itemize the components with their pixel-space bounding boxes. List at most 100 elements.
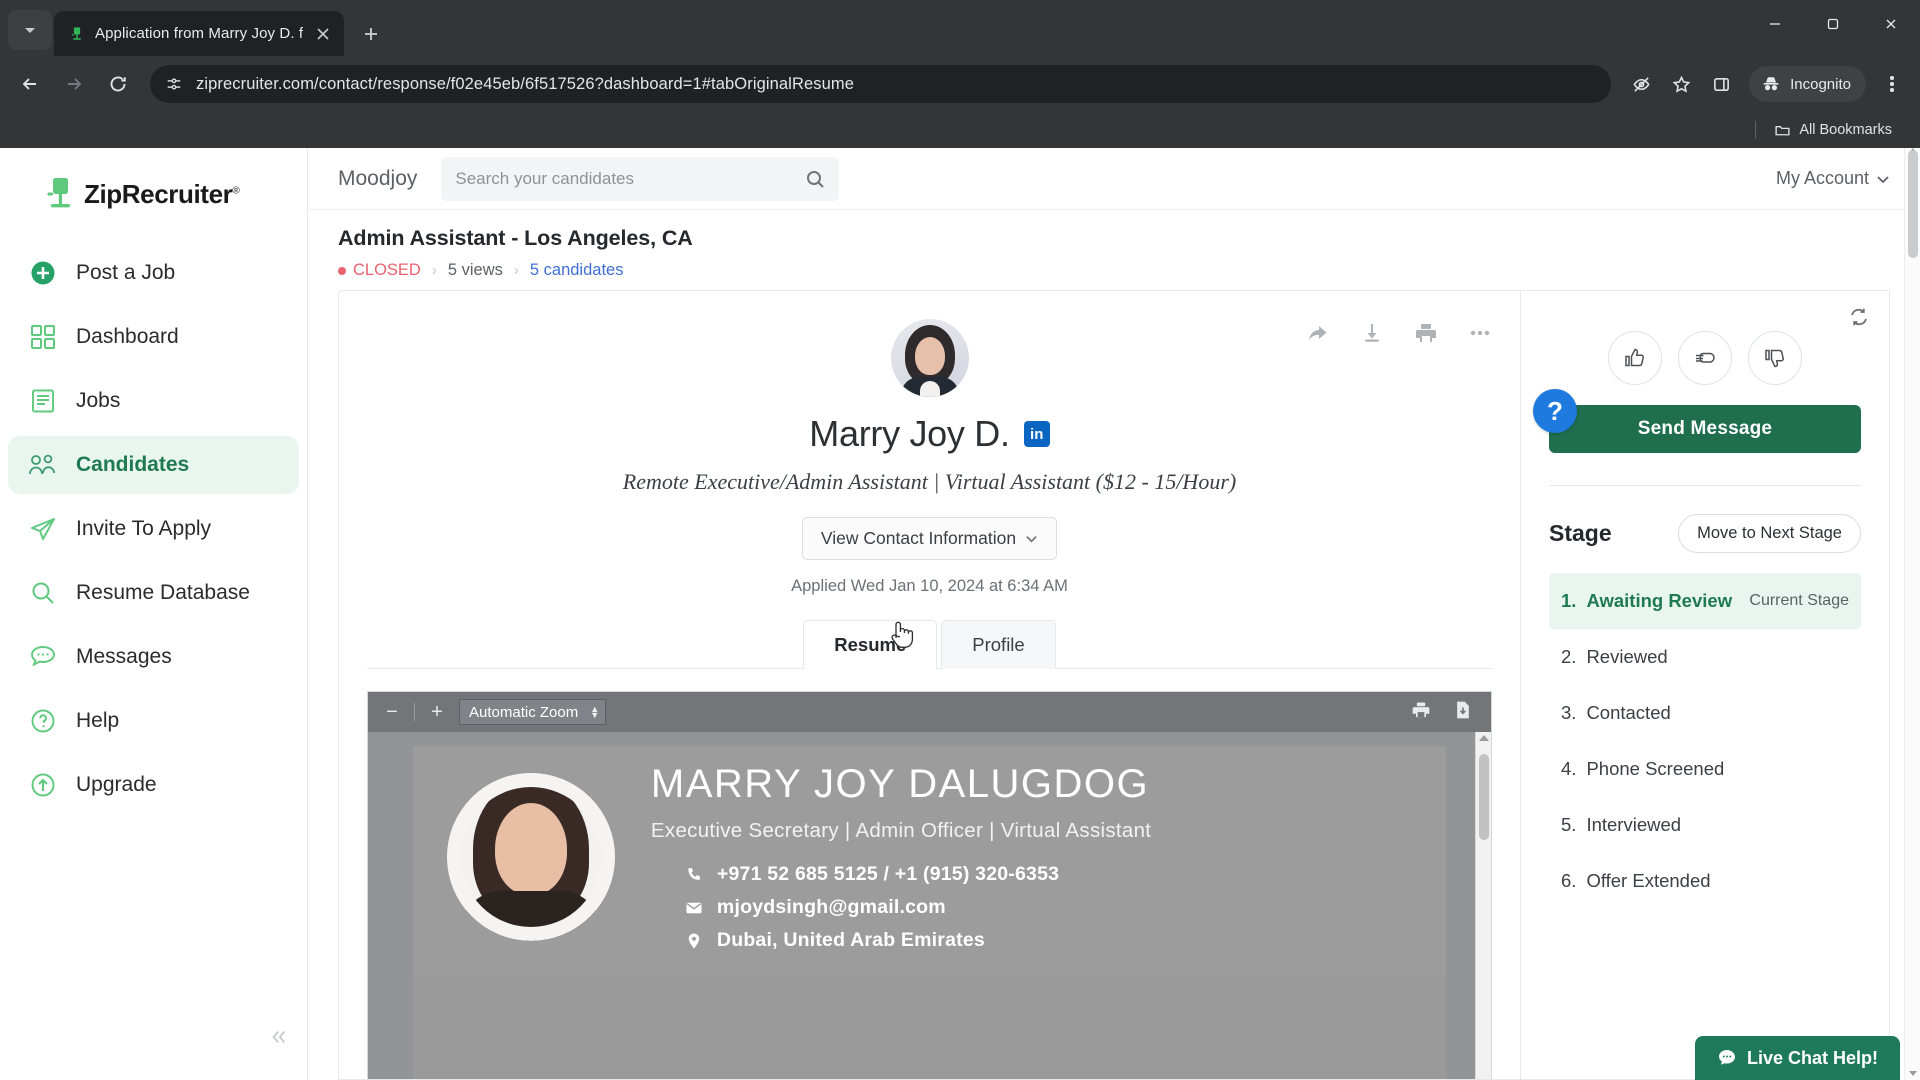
resume-email: mjoydsingh@gmail.com xyxy=(685,896,1151,919)
minimize-button[interactable] xyxy=(1746,0,1804,48)
sidebar-collapse-button[interactable] xyxy=(262,1020,296,1054)
send-message-button[interactable]: Send Message xyxy=(1549,405,1861,453)
chevron-down-icon xyxy=(25,28,35,33)
page-scrollbar-thumb[interactable] xyxy=(1908,150,1918,258)
app-sidebar: ZipRecruiter® Post a Job Dashboard Jobs … xyxy=(0,148,308,1080)
maximize-button[interactable] xyxy=(1804,0,1862,48)
scroll-up-arrow-icon[interactable] xyxy=(1479,735,1489,741)
sidebar-item-dashboard[interactable]: Dashboard xyxy=(8,308,299,366)
close-window-button[interactable] xyxy=(1862,0,1920,48)
tab-profile[interactable]: Profile xyxy=(941,620,1056,669)
tab-close-button[interactable] xyxy=(312,23,334,45)
tab-search-button[interactable] xyxy=(8,10,52,50)
address-bar[interactable]: ziprecruiter.com/contact/response/f02e45… xyxy=(150,65,1612,103)
zoom-out-button[interactable]: − xyxy=(378,699,406,725)
scroll-down-arrow-icon[interactable] xyxy=(1909,1071,1917,1076)
zoom-in-button[interactable]: + xyxy=(423,699,451,725)
breadcrumb-candidates-link[interactable]: 5 candidates xyxy=(530,261,624,280)
reload-button[interactable] xyxy=(98,64,138,104)
search-input[interactable]: Search your candidates xyxy=(441,156,840,201)
stage-label: Phone Screened xyxy=(1586,758,1725,779)
new-tab-button[interactable] xyxy=(354,17,388,51)
live-chat-button[interactable]: Live Chat Help! xyxy=(1694,1036,1900,1080)
avatar xyxy=(890,319,969,397)
stage-number: 6. xyxy=(1561,870,1577,891)
stage-number: 3. xyxy=(1561,702,1577,723)
sidebar-item-jobs[interactable]: Jobs xyxy=(8,372,299,430)
stage-item-interviewed[interactable]: 5. Interviewed xyxy=(1549,797,1861,853)
chrome-menu-button[interactable] xyxy=(1874,64,1910,104)
refresh-icon[interactable] xyxy=(1849,307,1869,332)
linkedin-icon[interactable]: in xyxy=(1023,421,1050,447)
bookmarks-separator xyxy=(1755,121,1757,139)
envelope-icon xyxy=(686,902,702,913)
sidebar-item-label: Candidates xyxy=(76,453,190,476)
resume-banner: MARRY JOY DALUGDOG Executive Secretary |… xyxy=(412,746,1447,976)
back-button[interactable] xyxy=(10,64,50,104)
sidebar-item-post-a-job[interactable]: Post a Job xyxy=(8,244,299,302)
green-chair-logo xyxy=(47,178,70,208)
print-icon[interactable] xyxy=(1414,321,1438,345)
thumbs-up-icon[interactable] xyxy=(1608,331,1662,385)
bookmark-button[interactable] xyxy=(1663,66,1699,102)
sidebar-item-invite-to-apply[interactable]: Invite To Apply xyxy=(8,500,299,558)
stage-list: 1. Awaiting Review Current Stage 2. Revi… xyxy=(1549,573,1861,909)
sidebar-item-label: Messages xyxy=(76,645,172,668)
candidate-card: Marry Joy D. in Remote Executive/Admin A… xyxy=(338,290,1520,1080)
page-title: Admin Assistant - Los Angeles, CA xyxy=(338,226,693,250)
more-options-icon[interactable] xyxy=(1468,321,1492,345)
sidebar-item-help[interactable]: Help xyxy=(8,692,299,750)
stage-item-phone-screened[interactable]: 4. Phone Screened xyxy=(1549,741,1861,797)
move-to-next-stage-button[interactable]: Move to Next Stage xyxy=(1678,514,1861,553)
incognito-label: Incognito xyxy=(1790,75,1851,93)
stage-number: 4. xyxy=(1561,758,1577,779)
page-scrollbar[interactable] xyxy=(1904,148,1920,1080)
my-account-label: My Account xyxy=(1775,168,1869,188)
site-settings-icon[interactable] xyxy=(164,74,184,94)
live-chat-label: Live Chat Help! xyxy=(1746,1047,1878,1068)
sidebar-item-label: Resume Database xyxy=(76,581,250,604)
sidebar-item-candidates[interactable]: Candidates xyxy=(8,436,299,494)
share-icon[interactable] xyxy=(1306,321,1330,345)
view-contact-information-button[interactable]: View Contact Information xyxy=(801,517,1058,560)
tab-resume[interactable]: Resume xyxy=(803,620,938,670)
tracking-protection-button[interactable] xyxy=(1623,66,1659,102)
resume-phone: +971 52 685 5125 / +1 (915) 320-6353 xyxy=(685,863,1151,886)
stage-item-contacted[interactable]: 3. Contacted xyxy=(1549,685,1861,741)
thumbs-down-icon[interactable] xyxy=(1748,331,1802,385)
sidebar-item-label: Upgrade xyxy=(76,773,157,796)
all-bookmarks-button[interactable]: All Bookmarks xyxy=(1766,119,1900,142)
stage-item-offer-extended[interactable]: 6. Offer Extended xyxy=(1549,853,1861,909)
sidebar-item-resume-database[interactable]: Resume Database xyxy=(8,564,299,622)
stage-label: Contacted xyxy=(1586,702,1671,723)
sidebar-item-label: Jobs xyxy=(76,389,121,412)
main-area: Moodjoy Search your candidates My Accoun… xyxy=(308,148,1920,1080)
stage-item-awaiting-review[interactable]: 1. Awaiting Review Current Stage xyxy=(1549,573,1861,629)
stage-item-reviewed[interactable]: 2. Reviewed xyxy=(1549,629,1861,685)
sidebar-item-upgrade[interactable]: Upgrade xyxy=(8,756,299,814)
zoom-level-select[interactable]: Automatic Zoom ▲ ▼ xyxy=(459,699,607,725)
save-document-icon[interactable] xyxy=(1453,700,1473,725)
status-badge: CLOSED xyxy=(338,261,421,280)
my-account-menu[interactable]: My Account xyxy=(1776,168,1890,189)
side-panel-button[interactable] xyxy=(1703,66,1739,102)
incognito-indicator[interactable]: Incognito xyxy=(1749,66,1866,102)
divider xyxy=(1549,485,1861,486)
stage-label: Interviewed xyxy=(1586,814,1682,835)
ziprecruiter-logo[interactable]: ZipRecruiter® xyxy=(0,162,307,238)
browser-tab[interactable]: Application from Marry Joy D. f xyxy=(54,11,345,56)
help-badge[interactable]: ? xyxy=(1533,389,1577,433)
forward-button[interactable] xyxy=(54,64,94,104)
download-icon[interactable] xyxy=(1360,321,1384,345)
stage-label: Reviewed xyxy=(1586,646,1668,667)
stage-label: Offer Extended xyxy=(1586,870,1711,891)
sidebar-item-messages[interactable]: Messages xyxy=(8,628,299,686)
pointing-hand-icon[interactable] xyxy=(1678,331,1732,385)
spinner-icon: ▲ ▼ xyxy=(590,704,600,720)
green-chair-favicon xyxy=(68,25,86,43)
toolbar-divider xyxy=(414,703,415,721)
pdf-scrollbar[interactable] xyxy=(1475,732,1491,1079)
breadcrumb-separator: › xyxy=(513,262,519,279)
print-icon[interactable] xyxy=(1411,700,1431,725)
pdf-scrollbar-thumb[interactable] xyxy=(1479,754,1489,840)
